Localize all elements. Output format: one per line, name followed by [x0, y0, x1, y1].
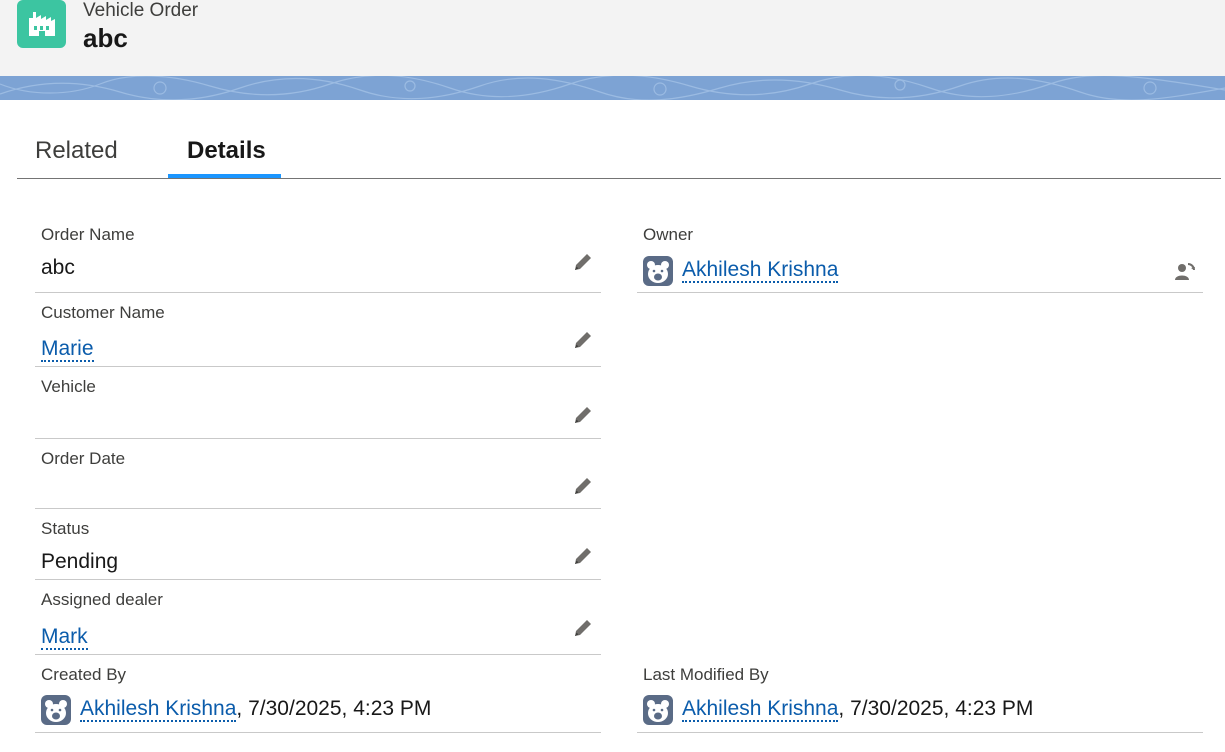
field-label: Owner — [643, 225, 694, 244]
active-tab-indicator — [168, 174, 281, 178]
field-label: Status — [41, 519, 90, 538]
field-customer-name: Customer Name Marie — [35, 293, 601, 367]
separator: , — [838, 697, 845, 720]
bear-avatar-icon — [643, 695, 673, 725]
decorative-banner — [0, 76, 1225, 100]
change-owner-button[interactable] — [1173, 260, 1197, 284]
created-by-user-link[interactable]: Akhilesh Krishna — [80, 697, 237, 722]
field-assigned-dealer: Assigned dealer Mark — [35, 580, 601, 655]
edit-assigned-dealer-button[interactable] — [571, 616, 595, 640]
pencil-icon — [575, 620, 591, 636]
factory-icon — [17, 0, 66, 48]
status-value: Pending — [41, 550, 119, 573]
field-label: Vehicle — [41, 377, 96, 396]
record-tabs: Related Details — [17, 127, 1221, 179]
field-order-date: Order Date — [35, 439, 601, 509]
order-name-value: abc — [41, 256, 75, 279]
edit-order-date-button[interactable] — [571, 474, 595, 498]
field-last-modified-by: Last Modified By Akhilesh Krishna, 7/30/… — [637, 655, 1203, 733]
pencil-icon — [575, 407, 591, 423]
assigned-dealer-link[interactable]: Mark — [41, 625, 88, 650]
separator: , — [236, 697, 243, 720]
field-label: Last Modified By — [643, 665, 769, 684]
field-owner: Owner Akhilesh Krishna — [637, 218, 1203, 293]
field-label: Order Name — [41, 225, 135, 244]
pencil-icon — [575, 478, 591, 494]
pencil-icon — [575, 548, 591, 564]
owner-user-link[interactable]: Akhilesh Krishna — [682, 258, 839, 283]
edit-vehicle-button[interactable] — [571, 403, 595, 427]
edit-status-button[interactable] — [571, 544, 595, 568]
field-label: Order Date — [41, 449, 126, 468]
last-modified-by-user-link[interactable]: Akhilesh Krishna — [682, 697, 839, 722]
pencil-icon — [575, 254, 591, 270]
bear-avatar-icon — [41, 695, 71, 725]
pencil-icon — [575, 332, 591, 348]
field-created-by: Created By Akhilesh Krishna, 7/30/2025, … — [35, 655, 601, 733]
tab-details[interactable]: Details — [187, 137, 266, 165]
field-vehicle: Vehicle — [35, 367, 601, 439]
record-title: abc — [83, 23, 128, 53]
edit-order-name-button[interactable] — [571, 250, 595, 274]
object-type-label: Vehicle Order — [83, 0, 199, 21]
field-label: Customer Name — [41, 303, 165, 322]
edit-customer-name-button[interactable] — [571, 328, 595, 352]
record-header: Vehicle Order abc — [0, 0, 1225, 76]
created-datetime: 7/30/2025, 4:23 PM — [248, 697, 432, 720]
change-owner-icon — [1175, 263, 1195, 280]
last-modified-datetime: 7/30/2025, 4:23 PM — [850, 697, 1034, 720]
field-order-name: Order Name abc — [35, 218, 601, 293]
field-status: Status Pending — [35, 509, 601, 580]
tab-related[interactable]: Related — [35, 137, 118, 165]
field-label: Created By — [41, 665, 127, 684]
bear-avatar-icon — [643, 256, 673, 286]
field-label: Assigned dealer — [41, 590, 163, 609]
customer-name-link[interactable]: Marie — [41, 337, 94, 362]
